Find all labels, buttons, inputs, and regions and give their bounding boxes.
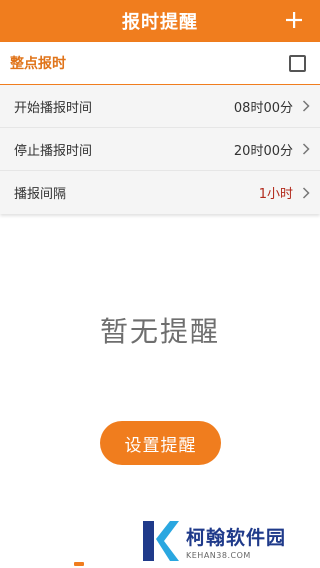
hourly-chime-label: 整点报时	[10, 56, 66, 72]
watermark-name: 柯翰软件园	[186, 526, 287, 549]
interval-label: 播报间隔	[14, 187, 67, 202]
start-time-label: 开始播报时间	[14, 100, 93, 116]
chevron-right-icon	[302, 100, 310, 112]
plus-icon	[286, 12, 302, 28]
watermark-domain: KEHAN38.COM	[186, 550, 251, 560]
start-time-row[interactable]: 开始播报时间 08时00分	[0, 85, 320, 128]
settings-panel: 整点报时 开始播报时间 08时00分 停止播报时间 20时00分 播报间隔 1小…	[0, 42, 320, 214]
chevron-right-icon	[302, 143, 310, 155]
stop-time-row[interactable]: 停止播报时间 20时00分	[0, 128, 320, 171]
watermark-logo: 柯翰软件园 KEHAN38.COM	[140, 518, 310, 564]
add-reminder-button[interactable]	[282, 8, 306, 32]
header-bar: 报时提醒	[0, 0, 320, 42]
watermark-text: 柯翰软件园 KEHAN38.COM	[186, 523, 286, 560]
stop-time-value: 20时00分	[233, 143, 293, 159]
empty-state-text: 暂无提醒	[99, 315, 220, 348]
interval-row[interactable]: 播报间隔 1小时	[0, 171, 320, 214]
stop-time-label: 停止播报时间	[14, 143, 93, 159]
hourly-chime-checkbox[interactable]	[289, 54, 306, 72]
page-title: 报时提醒	[122, 12, 198, 33]
chevron-right-icon	[302, 186, 310, 199]
kehan-logo-icon	[143, 521, 179, 561]
set-reminder-button[interactable]: 设置提醒	[100, 421, 221, 465]
hourly-chime-row: 整点报时	[0, 42, 320, 85]
interval-value: 1小时	[258, 187, 293, 202]
start-time-value: 08时00分	[233, 100, 293, 116]
bottom-indicator	[74, 562, 84, 566]
